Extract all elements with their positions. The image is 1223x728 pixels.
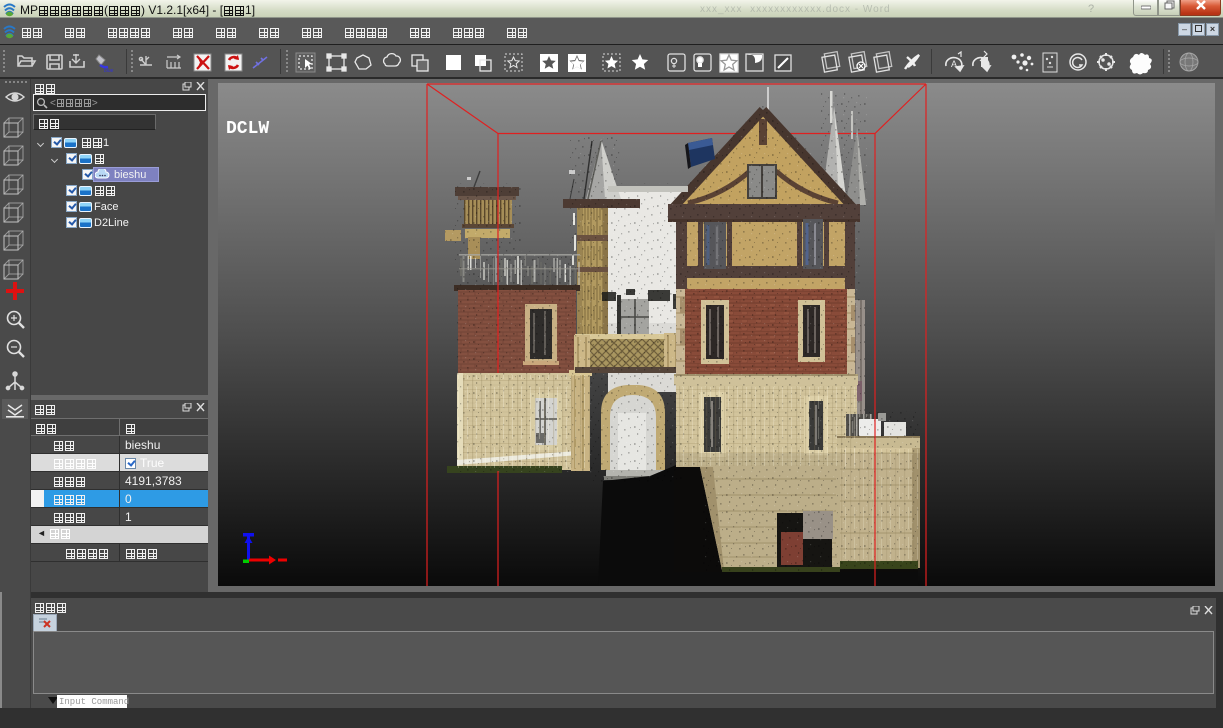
svg-text:DCLW: DCLW (226, 119, 269, 139)
svg-text:blue: blue (104, 68, 114, 74)
svg-text:A: A (951, 59, 957, 69)
